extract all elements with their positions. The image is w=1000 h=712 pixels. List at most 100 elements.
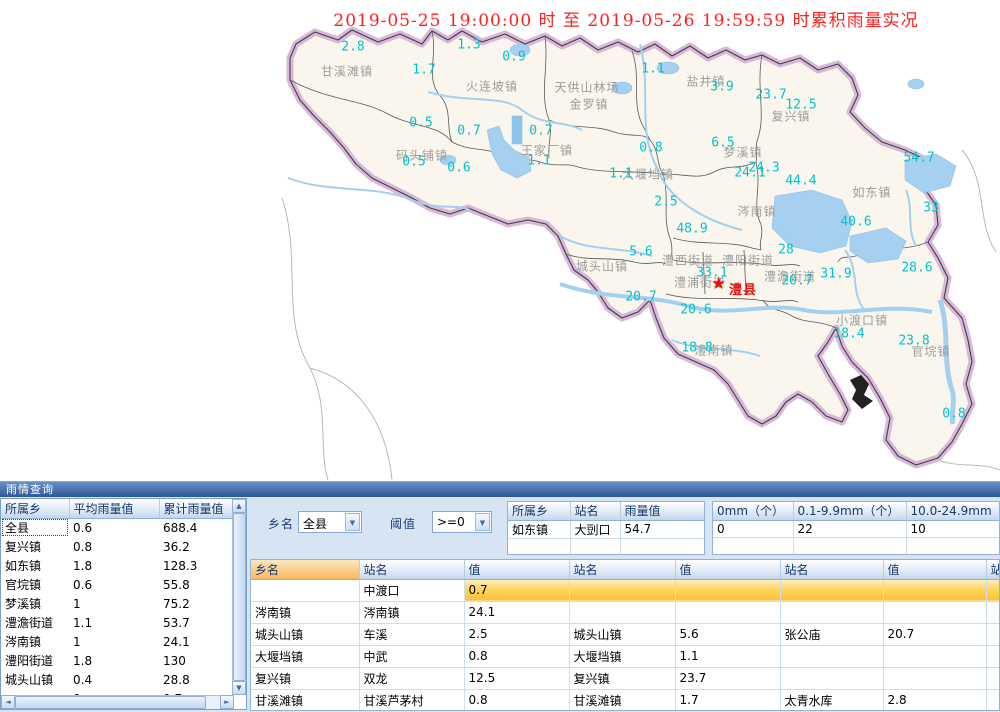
column-header[interactable]: 值 [464, 560, 569, 579]
column-header[interactable]: 站名 [780, 560, 883, 579]
cell[interactable]: 全县 [1, 518, 69, 537]
table-row[interactable]: 官垸镇0.655.8 [1, 575, 234, 594]
cell[interactable]: 车溪 [359, 623, 464, 645]
cell[interactable]: 0.4 [69, 670, 159, 689]
cell[interactable] [986, 689, 1000, 711]
cell[interactable]: 12.5 [464, 667, 569, 689]
column-header[interactable]: 0.1-9.9mm（个） [793, 502, 906, 520]
cell[interactable]: 1 [69, 594, 159, 613]
cell[interactable]: 53.7 [159, 613, 234, 632]
cell[interactable]: 中渡口 [359, 579, 464, 601]
cell[interactable]: 20.7 [883, 623, 986, 645]
cell[interactable]: 130 [159, 651, 234, 670]
scroll-down-icon[interactable]: ▼ [232, 681, 246, 695]
cell[interactable]: 双龙 [359, 667, 464, 689]
cell[interactable]: 官垸镇 [1, 575, 69, 594]
table-row[interactable] [713, 537, 1000, 554]
cell[interactable] [713, 537, 793, 554]
cell[interactable] [251, 579, 359, 601]
column-header[interactable]: 所属乡 [508, 502, 570, 520]
cell[interactable] [780, 601, 883, 623]
cell[interactable]: 24.1 [464, 601, 569, 623]
town-filter-select[interactable]: 全县 ▼ [298, 511, 362, 533]
table-row[interactable]: 涔南镇涔南镇24.1 [251, 601, 1000, 623]
cell[interactable]: 28.8 [159, 670, 234, 689]
cell[interactable] [986, 579, 1000, 601]
cell[interactable]: 5.6 [675, 623, 780, 645]
cell[interactable]: 城头山镇 [569, 623, 675, 645]
cell[interactable]: 城头山镇 [1, 670, 69, 689]
table-row[interactable]: 如东镇1.8128.3 [1, 556, 234, 575]
vertical-scrollbar[interactable]: ▲ ▼ [232, 499, 246, 695]
table-row[interactable]: 复兴镇0.836.2 [1, 537, 234, 556]
cell[interactable]: 1.8 [69, 651, 159, 670]
cell[interactable]: 1.1 [69, 613, 159, 632]
scroll-right-icon[interactable]: ► [220, 695, 234, 709]
cell[interactable]: 澧阳街道 [1, 651, 69, 670]
cell[interactable] [508, 538, 570, 555]
cell[interactable] [780, 579, 883, 601]
cell[interactable]: 甘溪芦茅村 [359, 689, 464, 711]
cell[interactable] [986, 645, 1000, 667]
cell[interactable]: 0.8 [464, 689, 569, 711]
cell[interactable]: 22 [793, 520, 906, 537]
cell[interactable]: 1.7 [675, 689, 780, 711]
cell[interactable]: 甘溪滩镇 [251, 689, 359, 711]
cell[interactable]: 复兴镇 [569, 667, 675, 689]
cell[interactable] [883, 601, 986, 623]
table-row[interactable]: 梦溪镇175.2 [1, 594, 234, 613]
table-row[interactable]: 大堰垱镇中武0.8大堰垱镇1.1 [251, 645, 1000, 667]
cell[interactable]: 中武 [359, 645, 464, 667]
cell[interactable]: 2.8 [883, 689, 986, 711]
cell[interactable] [793, 537, 906, 554]
cell[interactable]: 0.6 [69, 575, 159, 594]
cell[interactable]: 0.8 [464, 645, 569, 667]
cell[interactable] [675, 579, 780, 601]
column-header[interactable]: 值 [675, 560, 780, 579]
cell[interactable]: 24.1 [159, 632, 234, 651]
cell[interactable]: 太青水库 [780, 689, 883, 711]
column-header[interactable]: 站名 [569, 560, 675, 579]
cell[interactable]: 688.4 [159, 518, 234, 537]
cell[interactable]: 55.8 [159, 575, 234, 594]
cell[interactable]: 大剅口 [570, 520, 620, 538]
table-row[interactable]: 如东镇大剅口54.7 [508, 520, 705, 538]
cell[interactable]: 2.5 [464, 623, 569, 645]
column-header[interactable]: 平均雨量值 [69, 499, 159, 518]
cell[interactable]: 梦溪镇 [1, 594, 69, 613]
table-row[interactable]: 甘溪滩镇甘溪芦茅村0.8甘溪滩镇1.7太青水库2.8 [251, 689, 1000, 711]
table-row[interactable]: 中渡口0.7 [251, 579, 1000, 601]
cell[interactable]: 大堰垱镇 [251, 645, 359, 667]
cell[interactable]: 澧澹街道 [1, 613, 69, 632]
cell[interactable]: 张公庙 [780, 623, 883, 645]
table-row[interactable]: 城头山镇0.428.8 [1, 670, 234, 689]
column-header[interactable]: 值 [883, 560, 986, 579]
table-row[interactable]: 城头山镇车溪2.5城头山镇5.6张公庙20.7 [251, 623, 1000, 645]
table-row[interactable]: 全县0.6688.4 [1, 518, 234, 537]
cell[interactable]: 涔南镇 [1, 632, 69, 651]
table-row[interactable]: 涔南镇124.1 [1, 632, 234, 651]
cell[interactable]: 128.3 [159, 556, 234, 575]
column-header[interactable]: 乡名 [251, 560, 359, 579]
cell[interactable] [620, 538, 705, 555]
cell[interactable] [883, 579, 986, 601]
column-header[interactable]: 0mm（个） [713, 502, 793, 520]
cell[interactable] [906, 537, 1000, 554]
cell[interactable]: 23.7 [675, 667, 780, 689]
threshold-select[interactable]: >=0 ▼ [432, 511, 492, 533]
cell[interactable]: 36.2 [159, 537, 234, 556]
cell[interactable] [986, 623, 1000, 645]
cell[interactable] [570, 538, 620, 555]
cell[interactable]: 甘溪滩镇 [569, 689, 675, 711]
column-header[interactable]: 累计雨量值 [159, 499, 234, 518]
table-row[interactable]: 复兴镇双龙12.5复兴镇23.7 [251, 667, 1000, 689]
cell[interactable]: 1.8 [69, 556, 159, 575]
cell[interactable]: 1 [69, 632, 159, 651]
horizontal-scrollbar[interactable]: ◄ ► [1, 695, 234, 709]
column-header[interactable]: 站 [986, 560, 1000, 579]
table-row[interactable]: 02210 [713, 520, 1000, 537]
table-row[interactable]: 澧澹街道1.153.7 [1, 613, 234, 632]
column-header[interactable]: 站名 [359, 560, 464, 579]
cell[interactable] [986, 601, 1000, 623]
chevron-down-icon[interactable]: ▼ [345, 513, 360, 531]
